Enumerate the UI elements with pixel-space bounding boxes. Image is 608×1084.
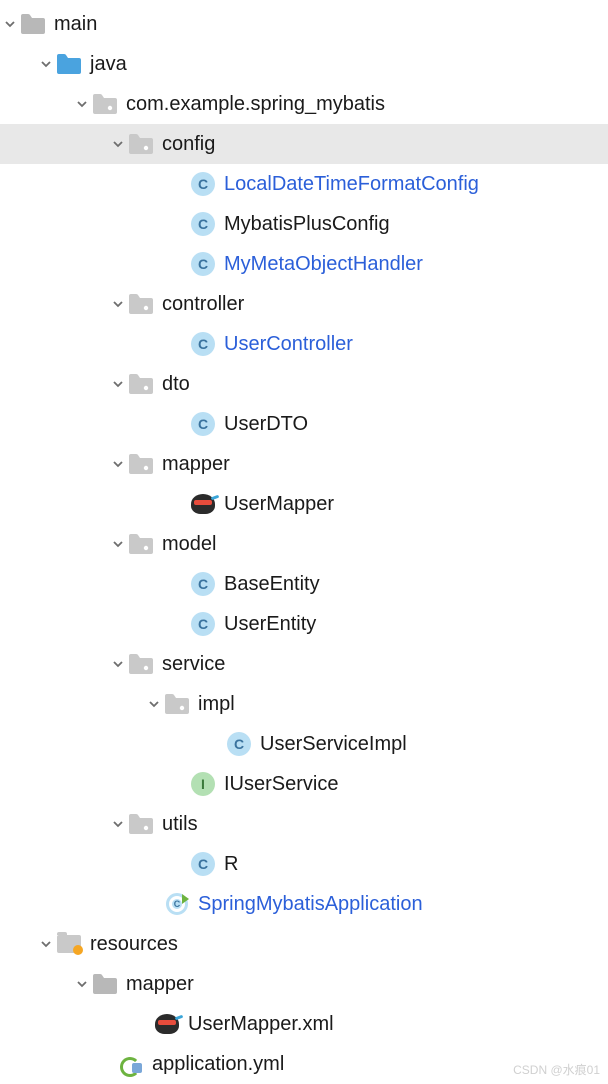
tree-row[interactable]: impl [0,684,608,724]
class-icon: C [190,171,216,197]
tree-item-label[interactable]: main [54,13,97,36]
folder-icon [20,11,46,37]
tree-item-label[interactable]: UserMapper.xml [188,1013,334,1036]
tree-item-label[interactable]: R [224,853,238,876]
tree-item-label[interactable]: MyMetaObjectHandler [224,253,423,276]
watermark: CSDN @水痕01 [513,1061,600,1078]
tree-item-label[interactable]: mapper [126,973,194,996]
class-icon: C [190,211,216,237]
class-icon: C [190,331,216,357]
tree-row[interactable]: C UserEntity [0,604,608,644]
tree-row[interactable]: dto [0,364,608,404]
class-icon: C [190,611,216,637]
tree-item-label[interactable]: UserController [224,333,353,356]
package-icon [128,291,154,317]
tree-row[interactable]: model [0,524,608,564]
tree-item-label[interactable]: MybatisPlusConfig [224,213,390,236]
tree-item-label[interactable]: mapper [162,453,230,476]
tree-row[interactable]: C LocalDateTimeFormatConfig [0,164,608,204]
class-icon: C [190,411,216,437]
chevron-down-icon[interactable] [72,98,92,110]
tree-item-label[interactable]: LocalDateTimeFormatConfig [224,173,479,196]
package-icon [164,691,190,717]
chevron-down-icon[interactable] [144,698,164,710]
class-icon: C [226,731,252,757]
class-icon: C [190,571,216,597]
project-tree: main java com.example.spring_mybatisconfig… [0,0,608,1084]
chevron-down-icon[interactable] [108,818,128,830]
tree-row[interactable]: CR [0,844,608,884]
tree-row[interactable]: C SpringMybatisApplication [0,884,608,924]
tree-row[interactable]: utils [0,804,608,844]
tree-item-label[interactable]: SpringMybatisApplication [198,893,423,916]
yaml-icon [118,1051,144,1077]
package-icon [128,651,154,677]
tree-row[interactable]: resources [0,924,608,964]
package-icon [128,371,154,397]
class-icon: C [190,851,216,877]
tree-row[interactable]: UserMapper.xml [0,1004,608,1044]
tree-item-label[interactable]: model [162,533,216,556]
tree-row[interactable]: service [0,644,608,684]
tree-row[interactable]: com.example.spring_mybatis [0,84,608,124]
tree-row[interactable]: C UserDTO [0,404,608,444]
tree-row[interactable]: java [0,44,608,84]
tree-row[interactable]: mapper [0,964,608,1004]
tree-row[interactable]: C MyMetaObjectHandler [0,244,608,284]
chevron-down-icon[interactable] [108,458,128,470]
tree-row[interactable]: C UserServiceImpl [0,724,608,764]
tree-item-label[interactable]: UserEntity [224,613,316,636]
tree-item-label[interactable]: UserDTO [224,413,308,436]
tree-item-label[interactable]: controller [162,293,244,316]
chevron-down-icon[interactable] [36,938,56,950]
tree-item-label[interactable]: java [90,53,127,76]
chevron-down-icon[interactable] [108,658,128,670]
tree-item-label[interactable]: BaseEntity [224,573,320,596]
tree-row[interactable]: mapper [0,444,608,484]
tree-row[interactable]: main [0,4,608,44]
tree-row[interactable]: C BaseEntity [0,564,608,604]
package-icon [128,131,154,157]
tree-row[interactable]: config [0,124,608,164]
mybatis-icon [190,491,216,517]
folder-icon [56,51,82,77]
tree-item-label[interactable]: service [162,653,225,676]
tree-item-label[interactable]: dto [162,373,190,396]
folder-icon [92,971,118,997]
package-icon [128,531,154,557]
tree-item-label[interactable]: IUserService [224,773,338,796]
package-icon [128,811,154,837]
tree-row[interactable]: C UserController [0,324,608,364]
tree-item-label[interactable]: resources [90,933,178,956]
tree-row[interactable]: UserMapper [0,484,608,524]
interface-icon: I [190,771,216,797]
tree-row[interactable]: C MybatisPlusConfig [0,204,608,244]
resources-folder-icon [56,931,82,957]
chevron-down-icon[interactable] [108,298,128,310]
tree-row[interactable]: I IUserService [0,764,608,804]
tree-item-label[interactable]: com.example.spring_mybatis [126,93,385,116]
chevron-down-icon[interactable] [36,58,56,70]
tree-item-label[interactable]: application.yml [152,1053,284,1076]
package-icon [92,91,118,117]
chevron-down-icon[interactable] [108,378,128,390]
tree-item-label[interactable]: impl [198,693,235,716]
spring-boot-icon: C [164,891,190,917]
chevron-down-icon[interactable] [108,538,128,550]
tree-row[interactable]: controller [0,284,608,324]
chevron-down-icon[interactable] [0,18,20,30]
mybatis-icon [154,1011,180,1037]
chevron-down-icon[interactable] [72,978,92,990]
tree-item-label[interactable]: utils [162,813,198,836]
tree-item-label[interactable]: config [162,133,215,156]
package-icon [128,451,154,477]
tree-item-label[interactable]: UserServiceImpl [260,733,407,756]
tree-item-label[interactable]: UserMapper [224,493,334,516]
chevron-down-icon[interactable] [108,138,128,150]
class-icon: C [190,251,216,277]
